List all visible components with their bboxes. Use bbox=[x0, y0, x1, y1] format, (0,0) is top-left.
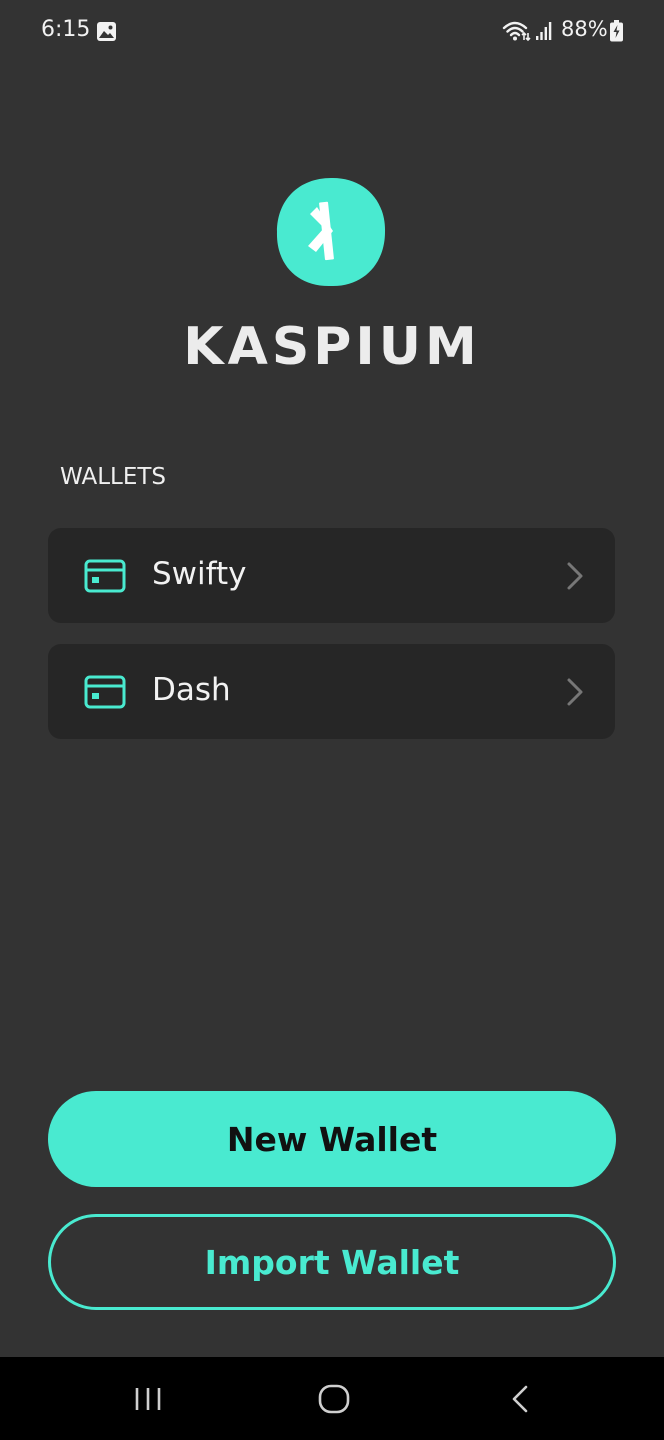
wifi-icon bbox=[502, 21, 531, 42]
app-title: KASPIUM bbox=[183, 317, 481, 377]
wallet-card-icon bbox=[84, 675, 126, 709]
wallet-card-icon bbox=[84, 559, 126, 593]
wallet-name: Swifty bbox=[152, 556, 247, 592]
import-wallet-button[interactable]: Import Wallet bbox=[48, 1214, 616, 1310]
home-icon[interactable] bbox=[316, 1383, 352, 1415]
battery-icon bbox=[610, 20, 623, 42]
chevron-right-icon bbox=[567, 562, 583, 590]
navigation-bar bbox=[0, 1357, 664, 1440]
wallet-name: Dash bbox=[152, 672, 231, 708]
signal-icon bbox=[536, 22, 552, 40]
status-bar: 6:15 88% bbox=[0, 0, 664, 64]
wallet-item-swifty[interactable]: Swifty bbox=[48, 528, 615, 623]
recents-icon[interactable] bbox=[130, 1385, 166, 1413]
kaspium-logo-icon bbox=[276, 177, 386, 287]
status-time: 6:15 bbox=[41, 17, 91, 42]
new-wallet-button[interactable]: New Wallet bbox=[48, 1091, 616, 1187]
wallet-item-dash[interactable]: Dash bbox=[48, 644, 615, 739]
wallets-heading: WALLETS bbox=[60, 464, 167, 490]
battery-percentage: 88% bbox=[561, 17, 608, 41]
gallery-icon bbox=[97, 22, 116, 41]
chevron-right-icon bbox=[567, 678, 583, 706]
back-icon[interactable] bbox=[508, 1384, 532, 1414]
